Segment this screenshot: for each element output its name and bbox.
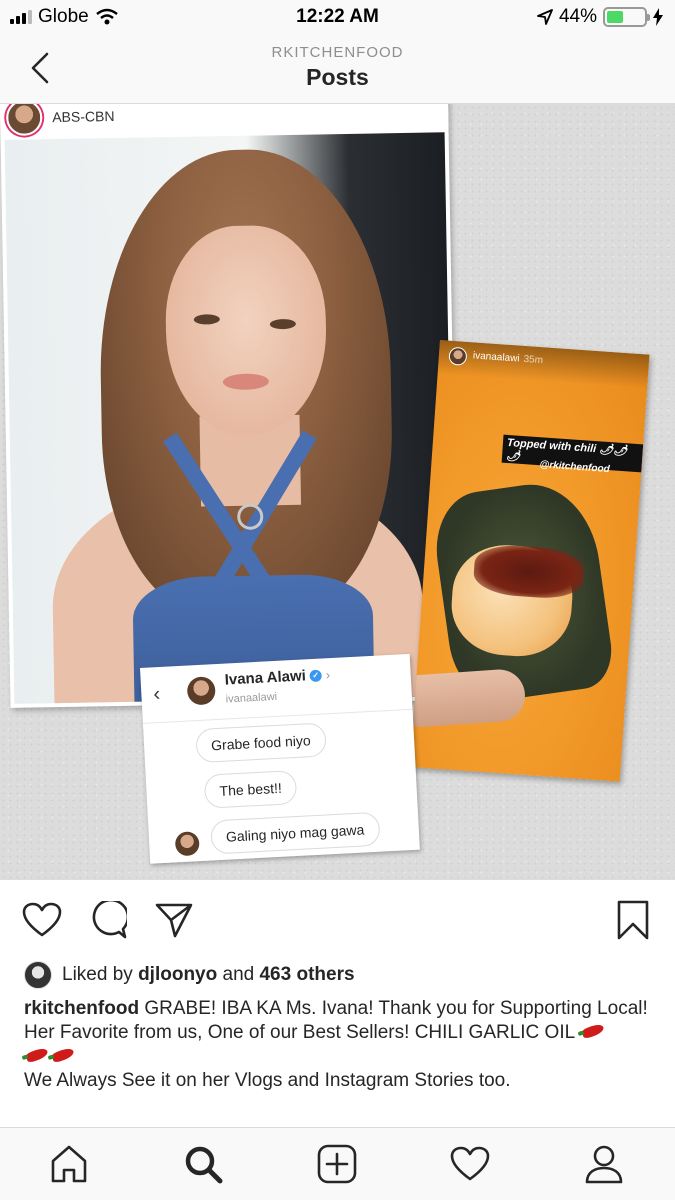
caption-username[interactable]: rkitchenfood — [24, 998, 139, 1019]
bookmark-icon — [617, 900, 649, 940]
dm-avatar — [186, 676, 216, 706]
photo-card-avatar — [5, 104, 43, 136]
dm-contact-name-text: Ivana Alawi — [224, 667, 307, 689]
page-title: Posts — [306, 64, 369, 90]
heart-icon — [22, 902, 62, 937]
chili-pepper-icon — [50, 1046, 76, 1064]
dm-sender-avatar — [174, 831, 200, 857]
liker-username[interactable]: djloonyo — [138, 964, 217, 985]
search-icon — [185, 1146, 223, 1184]
likes-row[interactable]: Liked by djloonyo and 463 others — [24, 960, 355, 990]
profile-icon — [585, 1145, 623, 1184]
tab-activity[interactable] — [448, 1142, 492, 1186]
status-right: 44% — [537, 6, 663, 28]
story-username: ivanaalawi 35m — [473, 350, 544, 366]
status-bar: Globe 12:22 AM 44% — [0, 0, 675, 36]
caption-line-2: Her Favorite from us, One of our Best Se… — [24, 1022, 575, 1043]
caption-line-1: GRABE! IBA KA Ms. Ivana! Thank you for S… — [144, 998, 648, 1019]
like-button[interactable] — [20, 898, 64, 942]
dm-contact-handle: ivanaalawi — [225, 690, 278, 706]
caption-line: rkitchenfood GRABE! IBA KA Ms. Ivana! Th… — [24, 997, 654, 1021]
share-button[interactable] — [152, 898, 196, 942]
tab-profile[interactable] — [582, 1142, 626, 1186]
comment-icon — [92, 901, 127, 939]
charging-icon — [653, 8, 663, 26]
caption-line-3: We Always See it on her Vlogs and Instag… — [24, 1070, 511, 1091]
caption-line: Her Favorite from us, One of our Best Se… — [24, 1021, 654, 1069]
dm-message: Grabe food niyo — [195, 722, 327, 764]
liker-avatar[interactable] — [24, 961, 52, 989]
bottom-tab-bar — [0, 1127, 675, 1200]
likes-connector: and — [222, 964, 255, 985]
post-action-bar — [0, 880, 675, 960]
comment-button[interactable] — [86, 898, 130, 942]
battery-percent: 44% — [558, 6, 597, 27]
likes-text: Liked by djloonyo and 463 others — [62, 964, 355, 986]
tab-new-post[interactable] — [315, 1142, 359, 1186]
dm-back-icon: ‹ — [152, 683, 161, 706]
save-button[interactable] — [611, 898, 655, 942]
dm-contact-name: Ivana Alawi ✓ › — [224, 666, 330, 688]
chevron-right-icon: › — [325, 667, 331, 683]
story-header: ivanaalawi 35m — [437, 340, 650, 389]
dm-message: The best!! — [203, 769, 298, 809]
chili-pepper-icon — [24, 1046, 50, 1064]
share-icon — [155, 903, 193, 938]
post-image[interactable]: ABS-CBN ivanaalawi 35m Topped with chili… — [0, 104, 675, 880]
celebrity-photo-card: ABS-CBN — [0, 104, 459, 708]
location-icon — [537, 9, 553, 25]
story-username-text: ivanaalawi — [472, 350, 520, 365]
nav-header: RKITCHENFOOD Posts — [0, 36, 675, 104]
caption-line: We Always See it on her Vlogs and Instag… — [24, 1069, 654, 1093]
dm-message: Galing niyo mag gawa — [210, 811, 381, 855]
portrait-photo — [4, 132, 455, 704]
story-screenshot-card: ivanaalawi 35m Topped with chili 🌶🌶🌶 @rki… — [410, 340, 650, 782]
activity-heart-icon — [450, 1146, 490, 1181]
battery-icon — [603, 7, 650, 27]
likes-others-count[interactable]: 463 others — [259, 964, 354, 985]
photo-card-account: ABS-CBN — [52, 108, 115, 126]
post-caption: rkitchenfood GRABE! IBA KA Ms. Ivana! Th… — [24, 997, 654, 1093]
dm-screenshot-card: ‹ Ivana Alawi ✓ › ivanaalawi Grabe food … — [140, 653, 420, 864]
likes-prefix: Liked by — [62, 964, 133, 985]
verified-badge-icon: ✓ — [309, 669, 323, 682]
tab-home[interactable] — [47, 1142, 91, 1186]
home-icon — [51, 1145, 87, 1183]
chili-pepper-icon — [580, 1022, 605, 1040]
story-time: 35m — [523, 353, 544, 367]
new-post-icon — [317, 1144, 357, 1184]
profile-username[interactable]: RKITCHENFOOD — [0, 44, 675, 61]
tab-search[interactable] — [181, 1142, 225, 1186]
story-avatar — [448, 346, 468, 366]
battery-level — [607, 11, 623, 23]
